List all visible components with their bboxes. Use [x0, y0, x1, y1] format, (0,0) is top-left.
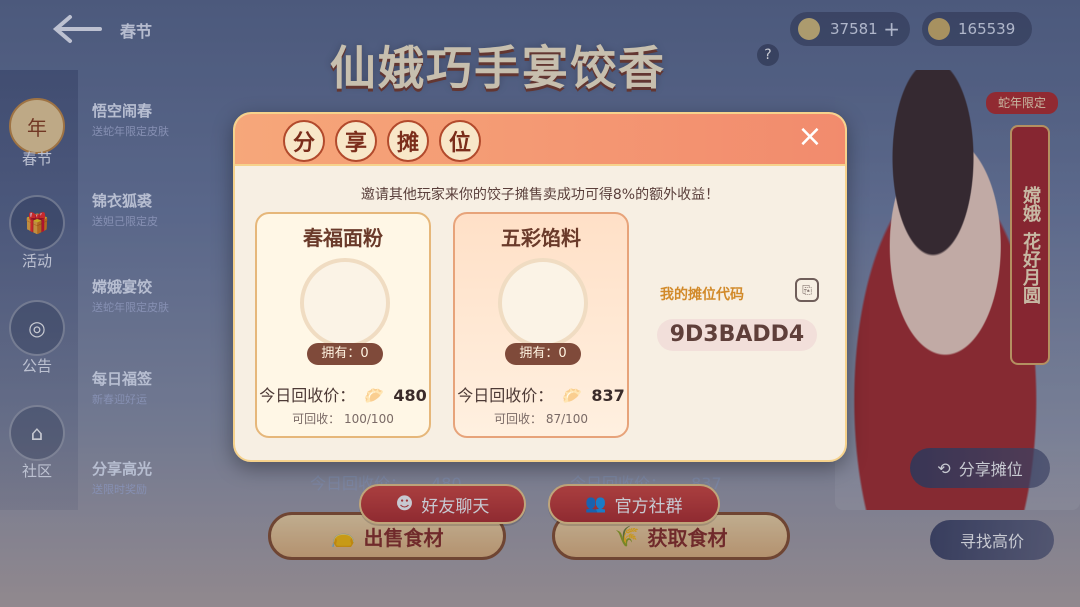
title-char: 摊 [387, 120, 429, 162]
filling-bowl-icon [498, 258, 588, 348]
owned-badge: 拥有：0 [505, 343, 581, 365]
title-char: 分 [283, 120, 325, 162]
copy-icon[interactable]: ⎘ [795, 278, 819, 302]
price-row: 今日回收价： 🥟 480 [259, 386, 427, 405]
card-title: 五彩馅料 [501, 226, 581, 250]
invite-text: 邀请其他玩家来你的饺子摊售卖成功可得8%的额外收益！ [360, 187, 720, 203]
share-stall-modal: 分 享 摊 位 × 邀请其他玩家来你的饺子摊售卖成功可得8%的额外收益！ 春福面… [233, 112, 847, 462]
title-char: 享 [335, 120, 377, 162]
flour-sack-icon [300, 258, 390, 348]
price-row: 今日回收价： 🥟 837 [457, 386, 625, 405]
card-title: 春福面粉 [303, 226, 383, 250]
ingredient-card-filling[interactable]: 五彩馅料 拥有：0 今日回收价： 🥟 837 可回收： 87/100 [453, 212, 629, 438]
dumpling-coin-icon: 🥟 [364, 386, 385, 405]
recover-row: 可回收： 100/100 [292, 412, 394, 426]
close-icon[interactable]: × [795, 122, 825, 154]
dumpling-coin-icon: 🥟 [562, 386, 583, 405]
my-stall-code[interactable]: 9D3BADD4 [657, 319, 817, 351]
title-char: 位 [439, 120, 481, 162]
ingredient-card-flour[interactable]: 春福面粉 拥有：0 今日回收价： 🥟 480 可回收： 100/100 [255, 212, 431, 438]
my-stall-code-label: 我的摊位代码 [660, 287, 744, 303]
owned-badge: 拥有：0 [307, 343, 383, 365]
recover-row: 可回收： 87/100 [493, 412, 589, 426]
modal-header: 分 享 摊 位 × [235, 114, 845, 166]
